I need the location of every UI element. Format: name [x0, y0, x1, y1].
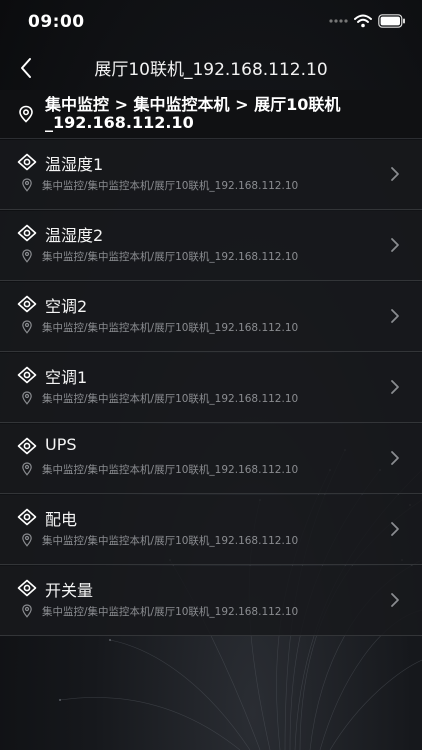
chevron-right-icon	[391, 593, 399, 607]
status-bar: 09:00	[0, 0, 422, 46]
item-name: 空调2	[45, 297, 88, 316]
item-path: 集中监控/集中监控本机/展厅10联机_192.168.112.10	[42, 322, 299, 334]
breadcrumb-line-2: _192.168.112.10	[45, 113, 194, 132]
wifi-icon	[354, 14, 372, 28]
location-pin-icon	[22, 178, 32, 192]
eye-icon	[17, 437, 37, 455]
item-name: UPS	[45, 435, 77, 454]
location-pin-icon	[22, 320, 32, 334]
nav-bar: 展厅10联机_192.168.112.10	[0, 46, 422, 90]
item-path: 集中监控/集中监控本机/展厅10联机_192.168.112.10	[42, 180, 299, 192]
breadcrumb: 集中监控 > 集中监控本机 > 展厅10联机 _192.168.112.10	[0, 90, 422, 139]
item-path: 集中监控/集中监控本机/展厅10联机_192.168.112.10	[42, 251, 299, 263]
back-button[interactable]	[12, 54, 40, 82]
list-item[interactable]: 开关量 集中监控/集中监控本机/展厅10联机_192.168.112.10	[0, 566, 422, 636]
item-path: 集中监控/集中监控本机/展厅10联机_192.168.112.10	[42, 464, 299, 476]
eye-icon	[17, 153, 37, 171]
device-list: 温湿度1 集中监控/集中监控本机/展厅10联机_192.168.112.10 温…	[0, 140, 422, 637]
list-item[interactable]: 温湿度1 集中监控/集中监控本机/展厅10联机_192.168.112.10	[0, 140, 422, 210]
list-item[interactable]: 空调1 集中监控/集中监控本机/展厅10联机_192.168.112.10	[0, 353, 422, 423]
battery-icon	[378, 14, 405, 28]
chevron-right-icon	[391, 522, 399, 536]
location-pin-icon	[22, 391, 32, 405]
chevron-right-icon	[391, 238, 399, 252]
item-name: 温湿度1	[45, 155, 104, 174]
location-pin-icon	[22, 604, 32, 618]
chevron-right-icon	[391, 380, 399, 394]
list-item[interactable]: UPS 集中监控/集中监控本机/展厅10联机_192.168.112.10	[0, 424, 422, 494]
list-item[interactable]: 温湿度2 集中监控/集中监控本机/展厅10联机_192.168.112.10	[0, 211, 422, 281]
location-pin-icon	[22, 533, 32, 547]
eye-icon	[17, 508, 37, 526]
breadcrumb-path: 集中监控 > 集中监控本机 > 展厅10联机 _192.168.112.10	[45, 96, 395, 132]
chevron-right-icon	[391, 309, 399, 323]
status-icons	[328, 14, 406, 28]
list-item[interactable]: 空调2 集中监控/集中监控本机/展厅10联机_192.168.112.10	[0, 282, 422, 352]
chevron-right-icon	[391, 167, 399, 181]
list-item[interactable]: 配电 集中监控/集中监控本机/展厅10联机_192.168.112.10	[0, 495, 422, 565]
item-name: 配电	[45, 510, 78, 529]
location-pin-icon	[19, 105, 33, 123]
eye-icon	[17, 295, 37, 313]
item-name: 开关量	[45, 581, 94, 600]
eye-icon	[17, 366, 37, 384]
item-name: 温湿度2	[45, 226, 104, 245]
eye-icon	[17, 224, 37, 242]
item-name: 空调1	[45, 368, 88, 387]
chevron-left-icon	[21, 58, 31, 78]
item-path: 集中监控/集中监控本机/展厅10联机_192.168.112.10	[42, 606, 299, 618]
location-pin-icon	[22, 249, 32, 263]
page-title: 展厅10联机_192.168.112.10	[94, 60, 328, 80]
chevron-right-icon	[391, 451, 399, 465]
item-path: 集中监控/集中监控本机/展厅10联机_192.168.112.10	[42, 535, 299, 547]
item-path: 集中监控/集中监控本机/展厅10联机_192.168.112.10	[42, 393, 299, 405]
eye-icon	[17, 579, 37, 597]
location-pin-icon	[22, 462, 32, 476]
signal-icon	[329, 19, 348, 23]
breadcrumb-line-1: 集中监控 > 集中监控本机 > 展厅10联机	[45, 95, 341, 114]
status-time: 09:00	[28, 12, 85, 32]
app-screen: 09:00 展厅10联机_192.168.112.10 集中监控 > 集中监控本…	[0, 0, 422, 750]
